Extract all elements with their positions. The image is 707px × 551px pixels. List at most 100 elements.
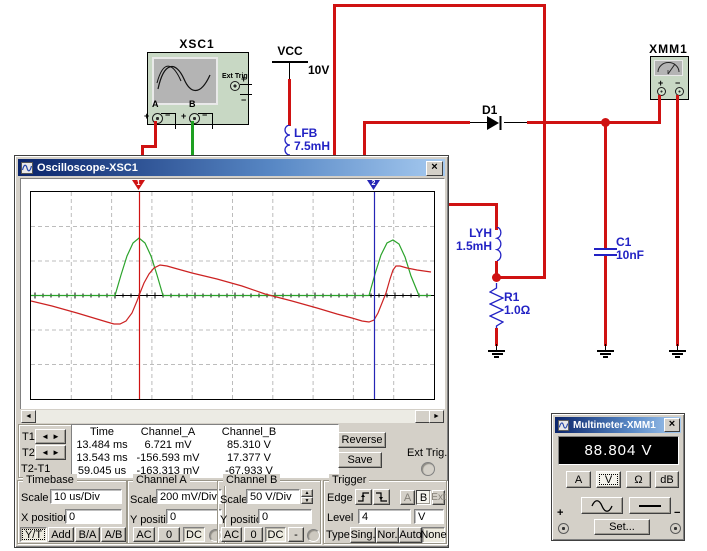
trigger-source-a-button[interactable]: A bbox=[400, 490, 415, 505]
scope-scrollbar[interactable]: ◄ ► bbox=[20, 409, 445, 424]
trigger-source-ext-button[interactable]: Ext bbox=[432, 490, 445, 505]
t2-time: 13.543 ms bbox=[74, 452, 130, 464]
timebase-ba-button[interactable]: B/A bbox=[75, 527, 100, 542]
channel-b-label: B bbox=[189, 99, 196, 109]
timebase-add-button[interactable]: Add bbox=[48, 527, 74, 542]
trigger-type-label: Type bbox=[326, 529, 350, 541]
vcc-label: VCC bbox=[272, 44, 308, 58]
xmm1-label: XMM1 bbox=[649, 42, 688, 56]
cursor-2-number: 2 bbox=[367, 180, 380, 187]
dc-mode-button[interactable] bbox=[629, 497, 671, 514]
multimeter-plus-terminal[interactable] bbox=[558, 523, 569, 534]
xsc1-screen bbox=[152, 57, 218, 105]
timebase-scale-field[interactable]: 10 us/Div bbox=[50, 489, 122, 504]
trigger-type-auto-button[interactable]: Auto bbox=[399, 527, 422, 543]
oscilloscope-titlebar[interactable]: Oscilloscope-XSC1 bbox=[18, 159, 445, 176]
sine-icon bbox=[590, 500, 614, 512]
multimeter-instrument-icon[interactable]: + − bbox=[650, 56, 689, 100]
spinner-down-icon[interactable]: ▼ bbox=[301, 497, 313, 504]
r1-value: 1.0Ω bbox=[504, 303, 530, 317]
wire-stub bbox=[240, 84, 252, 85]
channel-a-zero-button[interactable]: 0 bbox=[158, 527, 180, 542]
channel-a-scale-field[interactable]: 200 mV/Div bbox=[156, 489, 222, 504]
oscilloscope-title: Oscilloscope-XSC1 bbox=[37, 162, 138, 174]
diode-lead bbox=[470, 122, 488, 123]
edge-falling-button[interactable] bbox=[373, 489, 390, 505]
channel-b-scale-field[interactable]: 50 V/Div bbox=[246, 489, 300, 504]
col-header: Channel_B bbox=[209, 426, 289, 438]
wire bbox=[604, 121, 607, 248]
ground-bar bbox=[492, 353, 503, 355]
channel-a-title: Channel A bbox=[133, 474, 190, 486]
mode-db-button[interactable]: dB bbox=[655, 471, 679, 488]
lyh-value: 1.5mH bbox=[450, 239, 492, 253]
channel-b-scale-spinner[interactable]: ▲ ▼ bbox=[301, 489, 313, 504]
trigger-type-none-button[interactable]: None bbox=[422, 527, 445, 543]
channel-b-ypos-field[interactable]: 0 bbox=[258, 509, 312, 524]
set-button[interactable]: Set... bbox=[594, 519, 650, 535]
inductor-lfb[interactable] bbox=[279, 125, 293, 156]
close-icon[interactable]: × bbox=[426, 161, 443, 176]
timebase-yt-button[interactable]: Y/T bbox=[20, 527, 47, 542]
resistor-r1[interactable] bbox=[489, 283, 504, 330]
mode-volt-button[interactable]: V bbox=[596, 471, 621, 488]
arrow-left-icon: ◄ bbox=[41, 448, 49, 457]
scroll-left-icon[interactable]: ◄ bbox=[21, 410, 36, 423]
plus-sign: + bbox=[241, 74, 246, 84]
trigger-edge-label: Edge bbox=[327, 492, 353, 504]
channel-a-ypos-field[interactable]: 0 bbox=[166, 509, 222, 524]
timebase-xpos-field[interactable]: 0 bbox=[65, 509, 122, 524]
cursor-1-flag[interactable]: 1 bbox=[132, 180, 145, 190]
wire bbox=[447, 203, 498, 206]
ac-mode-button[interactable] bbox=[581, 497, 623, 514]
edge-rising-button[interactable] bbox=[355, 489, 372, 505]
t2-arrows-button[interactable]: ◄► bbox=[35, 445, 66, 460]
vcc-symbol[interactable] bbox=[272, 61, 308, 63]
cursor-box: T1 ◄► T2 ◄► T2-T1 bbox=[18, 424, 72, 478]
trigger-source-b-button[interactable]: B bbox=[416, 490, 431, 505]
channel-b-minus-button[interactable]: - bbox=[288, 527, 304, 542]
ext-trig-terminal[interactable] bbox=[230, 81, 240, 91]
multimeter-titlebar[interactable]: Multimeter-XMM1 bbox=[555, 417, 681, 433]
channel-b-zero-button[interactable]: 0 bbox=[244, 527, 263, 542]
instrument-icon bbox=[558, 420, 569, 431]
scope-display-panel: 1 2 bbox=[20, 178, 445, 410]
ground-bar bbox=[488, 350, 505, 352]
spinner-up-icon[interactable]: ▲ bbox=[301, 489, 313, 497]
plus-terminal-label: + bbox=[557, 507, 563, 519]
ground-bar bbox=[597, 350, 614, 352]
capacitor-c1[interactable] bbox=[594, 248, 617, 250]
channel-a-ac-button[interactable]: AC bbox=[133, 527, 155, 542]
reverse-button[interactable]: Reverse bbox=[338, 432, 386, 448]
diode-d1[interactable] bbox=[487, 115, 504, 131]
lyh-label: LYH bbox=[460, 226, 492, 240]
save-button[interactable]: Save bbox=[338, 452, 382, 468]
mode-ampere-button[interactable]: A bbox=[566, 471, 591, 488]
multimeter-minus-terminal[interactable] bbox=[670, 523, 681, 534]
wire-stub bbox=[175, 113, 176, 129]
timebase-ab-button[interactable]: A/B bbox=[101, 527, 126, 542]
oscilloscope-instrument-icon[interactable]: Ext Trig + − A B + − + − bbox=[147, 52, 249, 125]
lfb-label: LFB bbox=[294, 126, 317, 140]
channel-a-dc-button[interactable]: DC bbox=[183, 527, 205, 542]
trigger-type-sing-button[interactable]: Sing. bbox=[350, 527, 376, 543]
trigger-type-nor-button[interactable]: Nor. bbox=[376, 527, 399, 543]
wire bbox=[604, 256, 607, 346]
cursor-2-flag[interactable]: 2 bbox=[367, 180, 380, 190]
ext-trig-terminal-circle[interactable] bbox=[421, 462, 435, 476]
inductor-lyh[interactable] bbox=[495, 227, 509, 263]
oscilloscope-window: Oscilloscope-XSC1 × 1 2 ◄ ► T1 ◄► T2 ◄► … bbox=[14, 155, 449, 548]
t2-label: T2 bbox=[22, 447, 35, 459]
mode-ohm-button[interactable]: Ω bbox=[626, 471, 651, 488]
channel-b-ac-button[interactable]: AC bbox=[221, 527, 242, 542]
channel-b-dc-button[interactable]: DC bbox=[265, 527, 286, 542]
wire-stub bbox=[198, 113, 213, 114]
close-icon[interactable]: × bbox=[664, 418, 680, 432]
trigger-level-unit-field[interactable]: V bbox=[414, 509, 444, 524]
channel-b-radio[interactable] bbox=[307, 529, 320, 542]
timebase-group: Timebase Scale 10 us/Div X position 0 Y/… bbox=[17, 480, 127, 544]
scroll-right-icon[interactable]: ► bbox=[429, 410, 444, 423]
t1-arrows-button[interactable]: ◄► bbox=[35, 429, 66, 444]
trigger-level-field[interactable]: 4 bbox=[358, 509, 411, 524]
channel-b-title: Channel B bbox=[223, 474, 280, 486]
